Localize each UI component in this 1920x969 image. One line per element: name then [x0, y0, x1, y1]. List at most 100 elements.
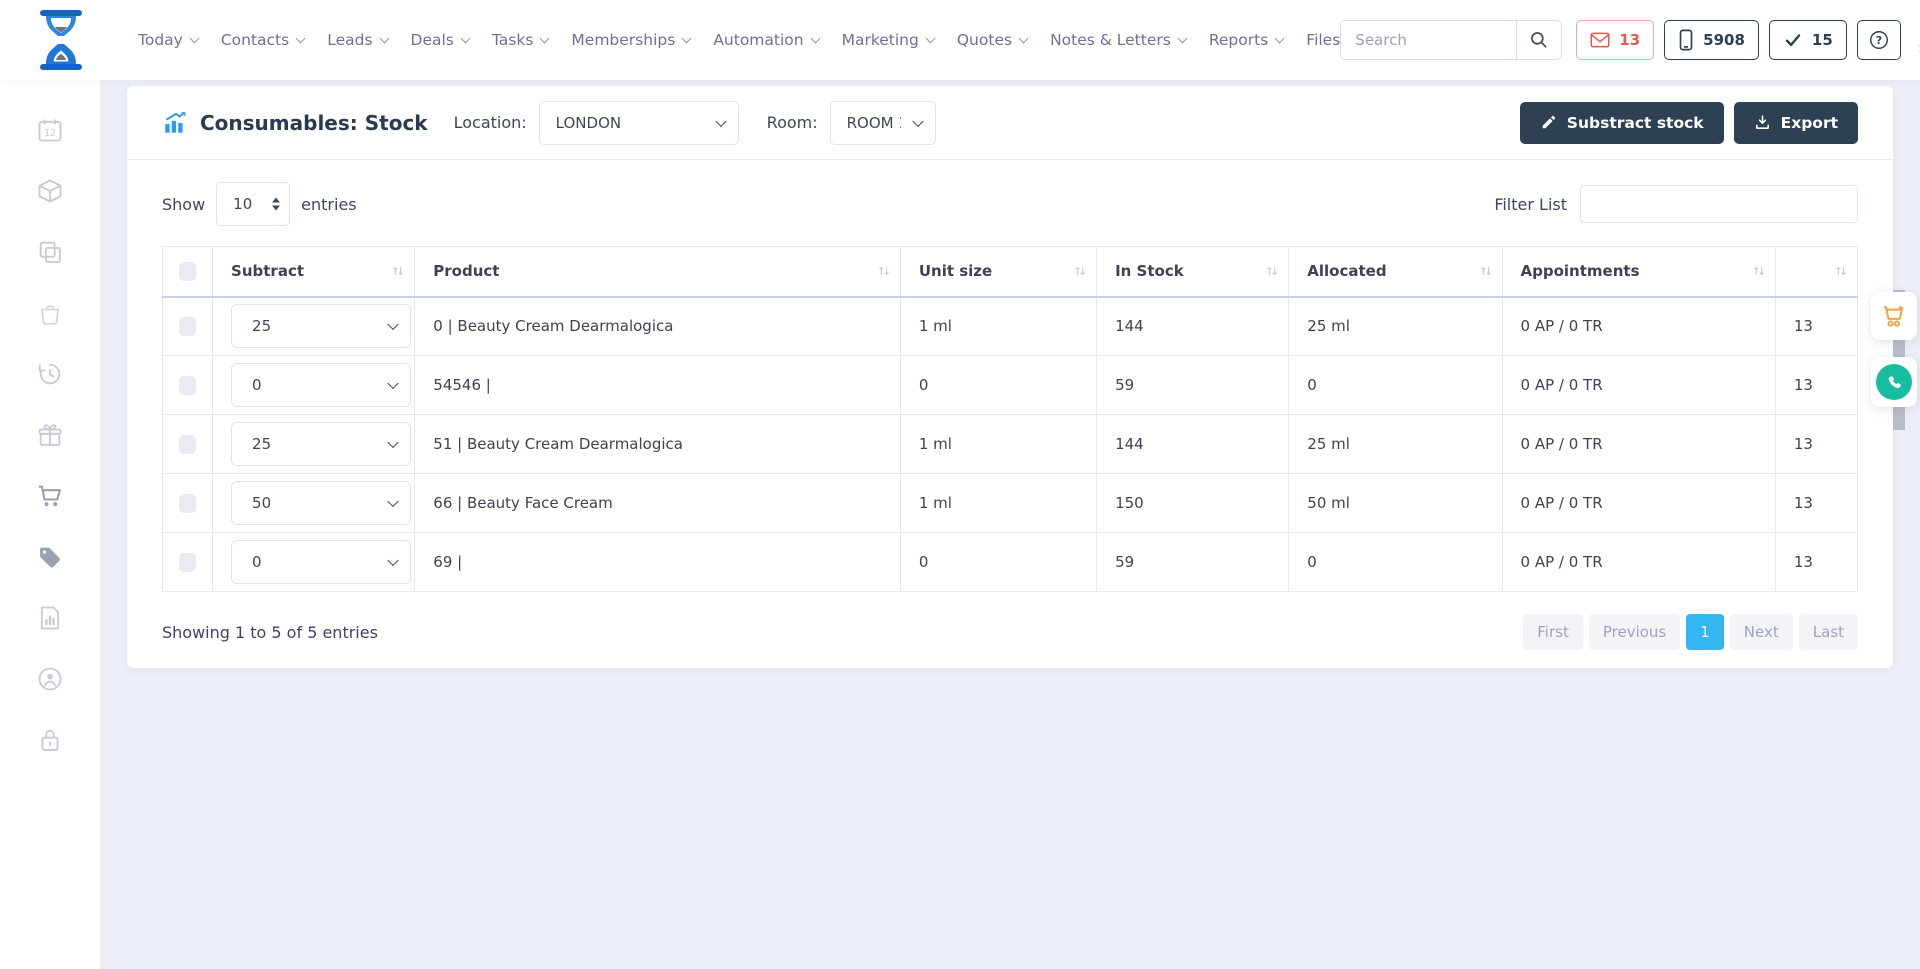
- column-header-allocated[interactable]: Allocated: [1289, 247, 1502, 297]
- sidebar-item-calendar[interactable]: 12: [36, 116, 64, 144]
- subtract-amount-select[interactable]: 0: [231, 363, 411, 407]
- report-document-icon: [36, 604, 64, 632]
- pagination: First Previous 1 Next Last: [1523, 614, 1858, 650]
- nav-item-deals[interactable]: Deals: [411, 31, 469, 49]
- subtract-amount-select[interactable]: 50: [231, 481, 411, 525]
- tasks-count: 15: [1812, 31, 1833, 49]
- allocated-cell: 50 ml: [1289, 474, 1502, 533]
- nav-item-marketing[interactable]: Marketing: [842, 31, 934, 49]
- help-button[interactable]: ?: [1857, 20, 1901, 60]
- product-cell: 54546 |: [415, 356, 901, 415]
- nav-item-reports[interactable]: Reports: [1209, 31, 1283, 49]
- pagination-previous[interactable]: Previous: [1589, 614, 1680, 650]
- product-cell: 51 | Beauty Cream Dearmalogica: [415, 415, 901, 474]
- appointments-cell: 0 AP / 0 TR: [1502, 415, 1775, 474]
- sidebar-item-cart[interactable]: [36, 482, 64, 510]
- table-footer: Showing 1 to 5 of 5 entries First Previo…: [127, 592, 1893, 668]
- allocated-cell: 25 ml: [1289, 415, 1502, 474]
- pagination-last[interactable]: Last: [1799, 614, 1858, 650]
- column-header-appointments[interactable]: Appointments: [1502, 247, 1775, 297]
- nav-item-files[interactable]: Files: [1306, 31, 1340, 49]
- sidebar-item-reports[interactable]: [36, 604, 64, 632]
- shopping-cart-icon: [1880, 302, 1908, 330]
- stock-table: Subtract Product Unit size In Stock: [162, 246, 1858, 592]
- row-checkbox[interactable]: [179, 317, 196, 336]
- column-header-blank[interactable]: [1775, 247, 1857, 297]
- row-checkbox[interactable]: [179, 376, 196, 395]
- row-checkbox[interactable]: [179, 494, 196, 513]
- subtract-amount-select[interactable]: 0: [231, 540, 411, 584]
- export-button[interactable]: Export: [1734, 102, 1858, 144]
- calls-badge[interactable]: 5908: [1664, 20, 1759, 60]
- column-header-unit-size[interactable]: Unit size: [900, 247, 1096, 297]
- calls-count: 5908: [1703, 31, 1745, 49]
- pagination-first[interactable]: First: [1523, 614, 1583, 650]
- package-cube-icon: [36, 177, 64, 205]
- sidebar-item-gifts[interactable]: [36, 421, 64, 449]
- showing-entries-status: Showing 1 to 5 of 5 entries: [162, 623, 378, 642]
- sidebar-item-security[interactable]: [36, 726, 64, 754]
- messages-badge[interactable]: 13: [1576, 20, 1654, 60]
- sidebar-item-support[interactable]: [36, 665, 64, 693]
- sidebar-item-basket[interactable]: [36, 299, 64, 327]
- search-button[interactable]: [1516, 20, 1562, 60]
- row-checkbox[interactable]: [179, 435, 196, 454]
- in-stock-cell: 59: [1097, 533, 1289, 592]
- nav-item-today[interactable]: Today: [138, 31, 198, 49]
- room-select[interactable]: ROOM 1: [830, 101, 936, 145]
- chevron-down-icon: [1019, 33, 1029, 43]
- pagination-next[interactable]: Next: [1730, 614, 1793, 650]
- subtract-amount-select[interactable]: 25: [231, 304, 411, 348]
- nav-item-quotes[interactable]: Quotes: [957, 31, 1027, 49]
- shopping-cart-icon: [36, 482, 64, 510]
- chevron-down-icon: [1275, 33, 1285, 43]
- floating-cart-widget[interactable]: [1871, 292, 1917, 340]
- nav-item-contacts[interactable]: Contacts: [221, 31, 304, 49]
- left-sidebar: 12: [0, 80, 100, 969]
- unit-size-cell: 1 ml: [900, 415, 1096, 474]
- sort-icon: [877, 264, 891, 278]
- page-length-select[interactable]: 10: [216, 182, 290, 226]
- gift-icon: [36, 421, 64, 449]
- unit-size-cell: 1 ml: [900, 474, 1096, 533]
- sidebar-item-history[interactable]: [36, 360, 64, 388]
- chevron-down-icon: [682, 33, 692, 43]
- nav-item-notes-letters[interactable]: Notes & Letters: [1050, 31, 1186, 49]
- table-header-row: Subtract Product Unit size In Stock: [163, 247, 1858, 297]
- nav-item-memberships[interactable]: Memberships: [571, 31, 690, 49]
- select-all-checkbox[interactable]: [179, 262, 196, 281]
- filter-input[interactable]: [1580, 185, 1858, 223]
- unit-size-cell: 1 ml: [900, 297, 1096, 356]
- floating-phone-widget[interactable]: [1871, 357, 1917, 407]
- location-select[interactable]: LONDON: [539, 101, 739, 145]
- column-header-subtract[interactable]: Subtract: [213, 247, 415, 297]
- lock-icon: [36, 726, 64, 754]
- pagination-page-1[interactable]: 1: [1686, 614, 1724, 650]
- chevron-down-icon: [540, 33, 550, 43]
- card-header: Consumables: Stock Location: LONDON Room…: [127, 86, 1893, 160]
- nav-item-automation[interactable]: Automation: [713, 31, 818, 49]
- search-input[interactable]: [1340, 20, 1516, 60]
- subtract-stock-button[interactable]: Substract stock: [1520, 102, 1724, 144]
- sidebar-item-pricing[interactable]: [36, 543, 64, 571]
- messages-count: 13: [1619, 31, 1640, 49]
- sidebar-item-duplicates[interactable]: [36, 238, 64, 266]
- subtract-amount-select[interactable]: 25: [231, 422, 411, 466]
- column-header-in-stock[interactable]: In Stock: [1097, 247, 1289, 297]
- sidebar-item-products[interactable]: [36, 177, 64, 205]
- appointments-cell: 0 AP / 0 TR: [1502, 474, 1775, 533]
- in-stock-cell: 150: [1097, 474, 1289, 533]
- allocated-cell: 0: [1289, 533, 1502, 592]
- page-length-select-wrap: 10: [216, 182, 290, 226]
- copy-icon: [36, 238, 64, 266]
- tasks-badge[interactable]: 15: [1769, 20, 1847, 60]
- chevron-down-icon: [810, 33, 820, 43]
- chevron-down-icon: [460, 33, 470, 43]
- product-cell: 69 |: [415, 533, 901, 592]
- room-select-wrap: ROOM 1: [830, 101, 936, 145]
- nav-item-tasks[interactable]: Tasks: [492, 31, 549, 49]
- app-logo-hourglass-icon[interactable]: [36, 9, 86, 71]
- nav-item-leads[interactable]: Leads: [327, 31, 387, 49]
- row-checkbox[interactable]: [179, 553, 196, 572]
- column-header-product[interactable]: Product: [415, 247, 901, 297]
